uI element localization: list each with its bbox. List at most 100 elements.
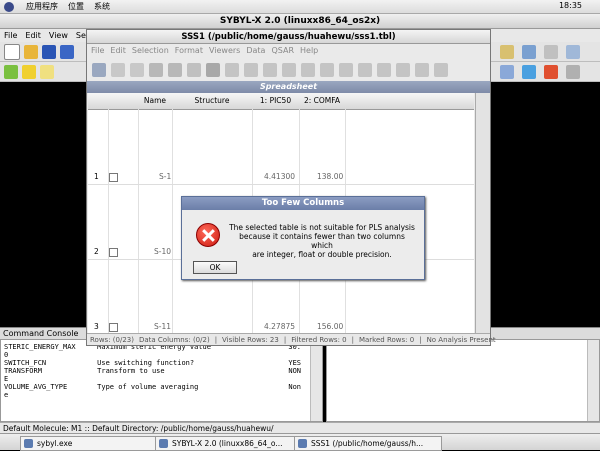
cell-pic50[interactable]: 4.41300 xyxy=(264,172,295,181)
table-icon[interactable] xyxy=(320,62,334,77)
sss1-window: SSS1 (/public/home/gauss/huahewu/sss1.tb… xyxy=(86,29,496,346)
spreadsheet-scrollbar[interactable] xyxy=(475,93,490,333)
console-scrollbar[interactable] xyxy=(310,340,322,421)
view-3d-icon[interactable] xyxy=(206,62,220,77)
status-bar: Default Molecule: M1 :: Default Director… xyxy=(0,422,600,433)
sss1-window-title: SSS1 (/public/home/gauss/huahewu/sss1.tb… xyxy=(87,30,490,44)
target-icon[interactable] xyxy=(301,62,315,77)
console-row: TRANSFORM Transform to use NON xyxy=(4,367,302,375)
status-filtered-rows: Filtered Rows: 0 xyxy=(291,336,347,344)
row-checkbox[interactable] xyxy=(109,323,118,332)
zoom-icon[interactable] xyxy=(566,45,580,59)
light-icon[interactable] xyxy=(40,64,54,79)
sss-menu-selection[interactable]: Selection xyxy=(132,46,169,55)
lightbulb-icon[interactable] xyxy=(22,64,36,79)
foot-icon[interactable] xyxy=(4,1,14,12)
ok-button[interactable]: OK xyxy=(193,261,237,274)
arrow-icon[interactable] xyxy=(522,65,536,79)
status-analysis: No Analysis Present xyxy=(426,336,496,344)
places-menu[interactable]: 位置 xyxy=(68,1,84,12)
console-right-scrollbar[interactable] xyxy=(587,340,599,421)
help-icon[interactable] xyxy=(500,45,514,59)
status-visible-rows: Visible Rows: 23 xyxy=(222,336,279,344)
column-header-empty xyxy=(345,93,474,110)
sss-menu-viewers[interactable]: Viewers xyxy=(209,46,240,55)
row-header-corner[interactable] xyxy=(88,93,109,110)
dialog-message: The selected table is not suitable for P… xyxy=(229,223,415,259)
pipe-icon[interactable] xyxy=(500,65,514,79)
stop-icon[interactable] xyxy=(544,65,558,79)
paste-icon[interactable] xyxy=(130,62,144,77)
cell-name[interactable]: S-11 xyxy=(154,322,171,331)
system-menu[interactable]: 系统 xyxy=(94,1,110,12)
print-icon[interactable] xyxy=(566,65,580,79)
structure-icon[interactable] xyxy=(187,62,201,77)
grid-icon[interactable] xyxy=(263,62,277,77)
edit-icon[interactable] xyxy=(415,62,429,77)
link-icon[interactable] xyxy=(522,45,536,59)
open-folder-icon[interactable] xyxy=(24,44,38,59)
row-checkbox[interactable] xyxy=(109,173,118,182)
menu-view[interactable]: View xyxy=(49,31,68,40)
sss-menu-file[interactable]: File xyxy=(91,46,104,55)
taskbar: sybyl.exe SYBYL-X 2.0 (linuxx86_64_o... … xyxy=(0,433,600,451)
save-as-icon[interactable] xyxy=(60,44,74,59)
cell-comfa[interactable]: 138.00 xyxy=(317,172,343,181)
sss1-toolbar xyxy=(87,59,490,80)
menu-edit[interactable]: Edit xyxy=(25,31,41,40)
clock[interactable]: 18:35 xyxy=(559,1,582,10)
status-marked-rows: Marked Rows: 0 xyxy=(358,336,415,344)
column-header-structure[interactable]: Structure xyxy=(172,93,253,110)
fit-view-icon[interactable] xyxy=(544,45,558,59)
copy-icon[interactable] xyxy=(111,62,125,77)
cell-comfa[interactable]: 156.00 xyxy=(317,322,343,331)
column-header-comfa[interactable]: 2: COMFA xyxy=(299,93,346,110)
sss1-menubar: File Edit Selection Format Viewers Data … xyxy=(87,44,490,57)
histogram-icon[interactable] xyxy=(282,62,296,77)
row-number: 1 xyxy=(94,172,99,181)
applications-menu[interactable]: 应用程序 xyxy=(26,1,58,12)
task-sybyl-exe[interactable]: sybyl.exe xyxy=(20,436,158,451)
cell-name[interactable]: S-1 xyxy=(159,172,171,181)
top-panel: 应用程序 位置 系统 18:35 xyxy=(0,0,600,14)
cell-name[interactable]: S-10 xyxy=(154,247,171,256)
find-icon[interactable] xyxy=(168,62,182,77)
columns-icon[interactable] xyxy=(339,62,353,77)
sort-icon[interactable] xyxy=(377,62,391,77)
console-row: E xyxy=(4,375,9,383)
column-header-pic50[interactable]: 1: PIC50 xyxy=(252,93,300,110)
sss-menu-format[interactable]: Format xyxy=(175,46,203,55)
checklist-icon[interactable] xyxy=(396,62,410,77)
scatter-plot-icon[interactable] xyxy=(225,62,239,77)
points-icon[interactable] xyxy=(244,62,258,77)
console-output[interactable]: STERIC_ENERGY_MAX Maximum steric energy v… xyxy=(0,339,323,422)
save-icon[interactable] xyxy=(92,62,106,77)
save-icon[interactable] xyxy=(42,44,56,59)
status-rows: Rows: (0/23) xyxy=(90,336,134,344)
print-icon[interactable] xyxy=(149,62,163,77)
console-row: VOLUME_AVG_TYPE Type of volume averaging N… xyxy=(4,383,302,391)
console-row: 0 xyxy=(4,351,9,359)
new-file-icon[interactable] xyxy=(4,43,20,60)
row-number: 3 xyxy=(94,322,99,331)
rows-icon[interactable] xyxy=(358,62,372,77)
error-icon xyxy=(196,223,220,247)
sss-menu-edit[interactable]: Edit xyxy=(110,46,126,55)
spreadsheet-status: Rows: (0/23) Data Columns: (0/2) | Visib… xyxy=(87,333,496,345)
check-header[interactable] xyxy=(108,93,139,110)
sss-menu-help[interactable]: Help xyxy=(300,46,318,55)
row-checkbox[interactable] xyxy=(109,248,118,257)
task-sybyl-window[interactable]: SYBYL-X 2.0 (linuxx86_64_o... xyxy=(155,436,308,451)
sketch-icon[interactable] xyxy=(4,64,18,79)
spreadsheet-title: Spreadsheet xyxy=(87,81,490,93)
bar-chart-icon[interactable] xyxy=(434,62,448,77)
menu-file[interactable]: File xyxy=(4,31,17,40)
dialog-title: Too Few Columns xyxy=(182,197,424,210)
sss-menu-qsar[interactable]: QSAR xyxy=(271,46,294,55)
column-header-name[interactable]: Name xyxy=(138,93,173,110)
task-sss1-window[interactable]: SSS1 (/public/home/gauss/h... xyxy=(294,436,442,451)
cell-pic50[interactable]: 4.27875 xyxy=(264,322,295,331)
console-row: SWITCH_FCN Use switching function? YES xyxy=(4,359,302,367)
sss-menu-data[interactable]: Data xyxy=(246,46,265,55)
console-input-area[interactable] xyxy=(326,339,600,422)
